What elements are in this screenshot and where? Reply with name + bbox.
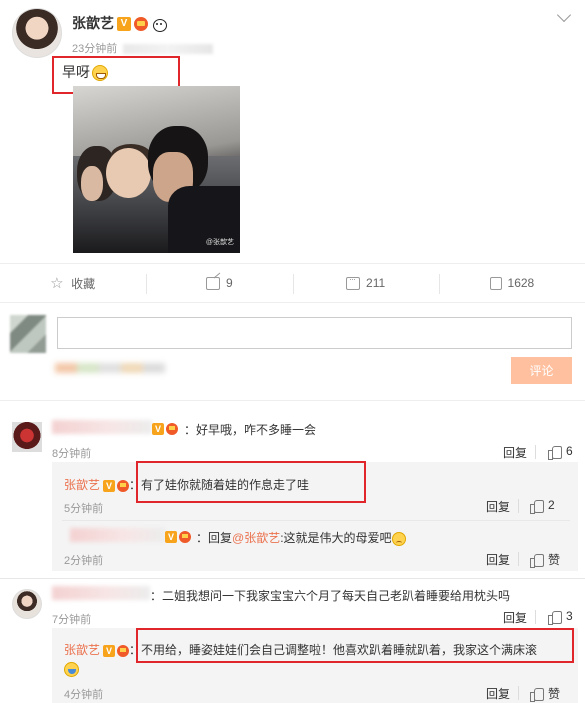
chevron-down-icon[interactable] [556,7,572,23]
thumbs-up-icon [548,445,562,460]
star-icon [50,274,65,292]
member-crown-icon [166,422,178,435]
reply-like-button[interactable]: 赞 [530,685,560,702]
thumbs-up-icon [530,499,544,514]
emoji-toolbar-blurred[interactable] [55,363,165,373]
post-time[interactable]: 23分钟前 [72,43,117,55]
my-avatar [10,315,46,353]
panda-icon [151,17,167,33]
comment-button[interactable]: 211 [292,264,439,302]
comment-icon [346,274,361,290]
verified-v-icon: V [103,644,116,657]
commenter-avatar[interactable] [12,589,42,619]
member-crown-icon [117,644,130,657]
reply-time: 5分钟前 [64,503,104,515]
mention-link[interactable]: @张歆艺 [232,531,280,545]
reply-button[interactable]: 回复 [503,609,527,626]
thumbs-up-icon [489,276,502,290]
commenter-avatar[interactable] [12,422,42,452]
author-avatar[interactable] [12,8,62,58]
comment-time: 7分钟前 [52,614,92,626]
highlight-box-reply [136,461,366,503]
commenter-name-blurred[interactable] [52,586,150,600]
reply-like-button[interactable]: 2 [530,498,555,514]
action-bar: 收藏 9 211 1628 [0,263,585,303]
author-name[interactable]: 张歆艺 [72,15,114,31]
verified-v-icon: V [165,530,177,543]
comment-input[interactable] [57,317,572,349]
like-button[interactable]: 1628 [438,264,585,302]
highlight-box-reply [136,628,574,663]
reply-button[interactable]: 回复 [503,444,527,461]
reply-button[interactable]: 回复 [486,498,510,515]
submit-comment-button[interactable]: 评论 [511,357,572,384]
reply-button[interactable]: 回复 [486,551,510,568]
reply-time: 4分钟前 [64,689,104,701]
post-source-blurred [123,44,214,55]
photo-watermark: @张歆艺 [205,239,234,246]
comment-like-button[interactable]: 3 [548,609,573,625]
comment-text: ：二姐我想问一下我家宝宝六个月了每天自己老趴着睡要给用枕头吗 [150,589,511,603]
reply-time: 2分钟前 [64,555,104,567]
reply-author-name[interactable]: 张歆艺 [64,478,100,492]
verified-v-icon: V [152,422,164,435]
verified-v-icon: V [117,17,131,32]
reply-text: :这就是伟大的母爱吧 [280,531,392,545]
reply-author-name[interactable]: 张歆艺 [64,643,100,657]
verified-v-icon: V [103,479,116,492]
thumbs-up-icon [530,553,544,568]
reply-button[interactable]: 回复 [486,685,510,702]
share-icon [206,276,221,290]
member-crown-icon [179,530,191,543]
favorite-button[interactable]: 收藏 [0,264,146,302]
thumbs-up-icon [530,687,544,702]
comment-time: 8分钟前 [52,448,92,460]
laugh-cry-emoji-icon [64,662,79,677]
comment-text: ：好早哦，咋不多睡一会 [184,423,317,437]
reply-like-button[interactable]: 赞 [530,551,560,568]
post-photo[interactable]: @张歆艺 [73,86,240,253]
comment-like-button[interactable]: 6 [548,444,573,460]
commenter-name-blurred[interactable] [52,420,152,434]
member-crown-icon [117,479,130,492]
thumbs-up-icon [548,610,562,625]
sad-emoji-icon [391,531,406,546]
share-button[interactable]: 9 [146,264,292,302]
divider [0,400,585,401]
reply-author-name-blurred[interactable] [70,528,165,542]
member-crown-icon [134,17,148,32]
